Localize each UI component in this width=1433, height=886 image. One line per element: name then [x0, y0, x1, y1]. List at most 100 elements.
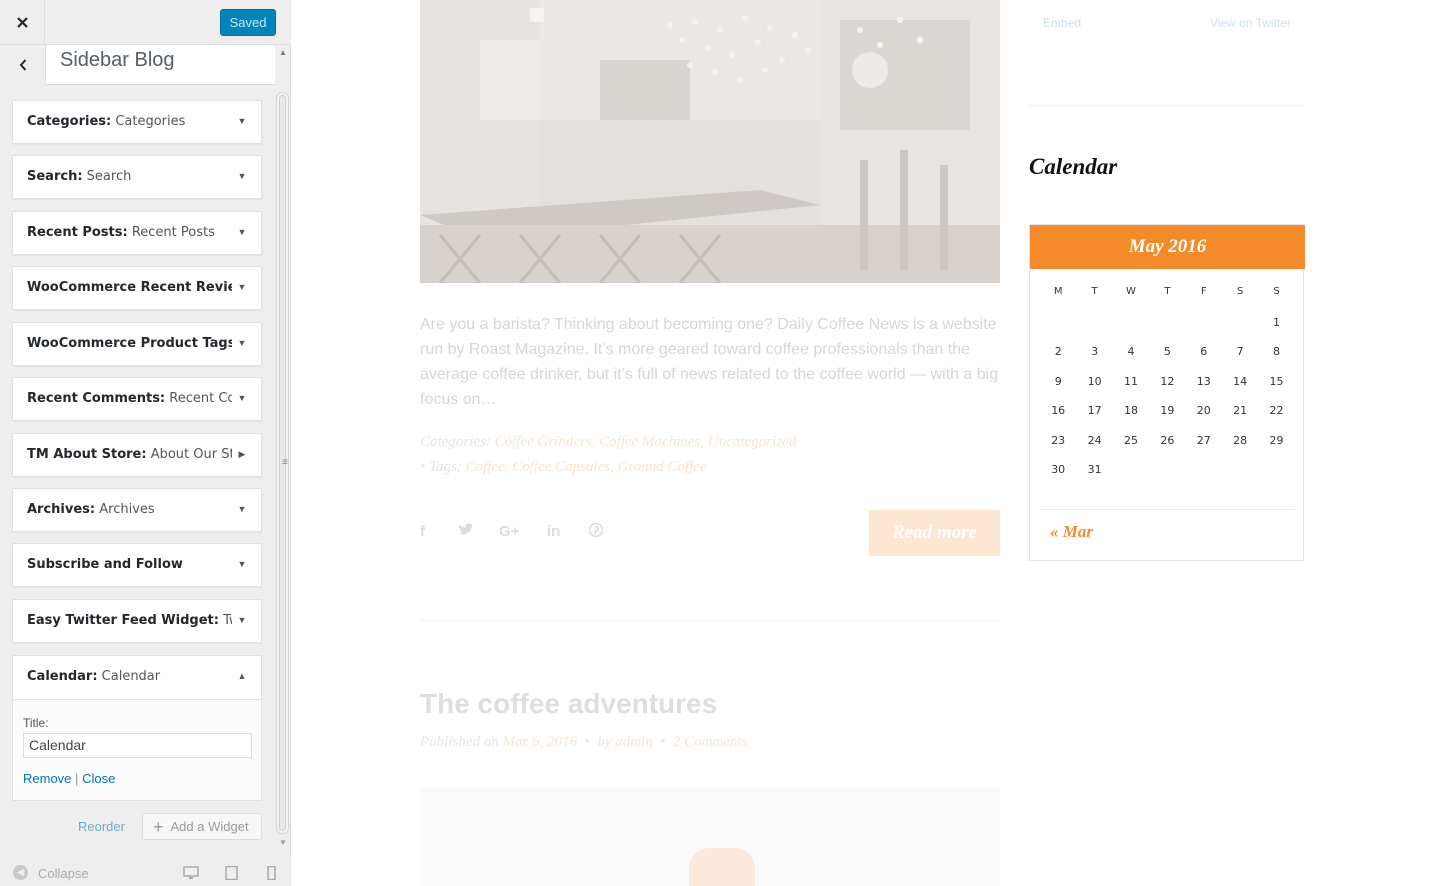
widget-archives[interactable]: Archives: Archives ▼ [12, 488, 262, 532]
expand-arrow-icon[interactable]: ▼ [237, 338, 247, 348]
title-field-label: Title: [23, 716, 49, 730]
calendar-day [1186, 463, 1222, 493]
post-tags: • Tags: Coffee, Coffee Capsules, Ground … [420, 459, 707, 475]
tags-links[interactable]: Coffee, Coffee Capsules, Ground Coffee [466, 459, 707, 475]
calendar-separator [1040, 509, 1295, 510]
scroll-down-arrow-icon[interactable]: ▼ [278, 838, 288, 848]
calendar-day: 24 [1087, 433, 1102, 447]
categories-links[interactable]: Coffee Grinders, Coffee Machines, Uncate… [495, 434, 797, 450]
linkedin-icon[interactable]: in [547, 523, 560, 540]
mobile-preview-icon[interactable] [264, 866, 280, 880]
post-date-link[interactable]: Mar 6, 2016 [503, 734, 578, 750]
scroll-up-arrow-icon[interactable]: ▲ [278, 48, 288, 58]
widget-title: Archives: Archives [27, 502, 155, 517]
tablet-preview-icon[interactable] [224, 866, 240, 880]
expand-arrow-icon[interactable]: ▼ [237, 393, 247, 403]
reorder-link[interactable]: Reorder [78, 819, 125, 834]
close-widget-link[interactable]: Close [82, 771, 115, 786]
back-button[interactable] [0, 45, 46, 85]
widget-woocommerce-product-tags[interactable]: WooCommerce Product Tags:... ▼ [12, 322, 262, 366]
calendar-day: 29 [1269, 433, 1284, 447]
plus-icon: + [153, 816, 164, 837]
weekday: W [1126, 286, 1136, 297]
calendar-grid: M T W T F S S 1 2 3 4 5 6 7 8 9 10 11 12… [1040, 286, 1295, 493]
calendar-weekdays: M T W T F S S [1040, 286, 1295, 316]
calendar-day: 10 [1087, 374, 1102, 388]
collapse-button[interactable]: Collapse [38, 866, 89, 881]
view-on-twitter-link[interactable]: View on Twitter [1210, 16, 1291, 30]
actions-separator: | [75, 771, 79, 786]
pinterest-icon[interactable] [588, 522, 604, 541]
expand-arrow-icon[interactable]: ▼ [237, 559, 247, 569]
post-comments-link[interactable]: 2 Comments [673, 734, 748, 750]
expand-arrow-right-icon[interactable]: ▶ [237, 449, 247, 459]
scrollbar[interactable]: ≡ [276, 92, 289, 834]
post-title[interactable]: The coffee adventures [420, 688, 717, 720]
expand-arrow-icon[interactable]: ▼ [237, 615, 247, 625]
widget-recent-comments[interactable]: Recent Comments: Recent Co... ▼ [12, 377, 262, 421]
expand-arrow-icon[interactable]: ▼ [237, 282, 247, 292]
bullet-icon: • [660, 734, 666, 750]
calendar-day: 13 [1196, 374, 1211, 388]
calendar-day: 17 [1087, 404, 1102, 417]
calendar-day: 3 [1091, 345, 1099, 358]
expand-arrow-icon[interactable]: ▼ [237, 171, 247, 181]
expand-arrow-icon[interactable]: ▼ [237, 504, 247, 514]
post-featured-image-2 [420, 788, 1000, 886]
widget-calendar-header[interactable]: Calendar: Calendar ▲ [13, 656, 261, 700]
post-categories: Categories: Coffee Grinders, Coffee Mach… [420, 434, 797, 450]
facebook-icon[interactable]: f [420, 523, 425, 540]
read-more-button[interactable]: Read more [869, 510, 1000, 556]
calendar-day: 26 [1160, 433, 1175, 447]
calendar-week: 9 10 11 12 13 14 15 [1040, 375, 1295, 405]
calendar-day: 12 [1160, 374, 1175, 388]
post-divider [420, 620, 1000, 621]
bullet-icon: • [420, 459, 426, 475]
saved-button[interactable]: Saved [220, 9, 276, 36]
expand-arrow-icon[interactable]: ▼ [237, 227, 247, 237]
close-customizer-button[interactable] [0, 0, 45, 45]
weekday: M [1053, 286, 1063, 297]
post-featured-image [420, 0, 1000, 283]
remove-widget-link[interactable]: Remove [23, 771, 71, 786]
calendar-day: 20 [1196, 404, 1211, 417]
customizer-screen: { "customizer": { "close_icon": "close-i… [0, 0, 1433, 886]
widget-recent-posts[interactable]: Recent Posts: Recent Posts ▼ [12, 211, 262, 255]
cafe-interior-image [420, 0, 1000, 283]
collapse-icon[interactable]: ◀ [13, 865, 28, 880]
weekday: T [1091, 286, 1098, 297]
calendar-day: 16 [1051, 404, 1066, 417]
google-plus-icon[interactable]: G+ [499, 523, 519, 540]
scrollbar-thumb[interactable]: ≡ [279, 95, 288, 831]
section-title-bar: Sidebar Blog [0, 45, 275, 85]
widget-title: Subscribe and Follow [27, 557, 183, 572]
calendar-day: 8 [1273, 345, 1281, 358]
chevron-left-icon [19, 59, 26, 71]
close-icon [16, 17, 28, 28]
title-field[interactable]: Calendar [23, 733, 252, 758]
twitter-embed-link[interactable]: Embed [1043, 16, 1081, 30]
twitter-icon[interactable] [458, 523, 473, 540]
calendar-prev-month-link[interactable]: « Mar [1050, 522, 1093, 542]
widget-woocommerce-recent-reviews[interactable]: WooCommerce Recent Revie... ▼ [12, 266, 262, 310]
calendar-day: 6 [1200, 345, 1208, 358]
post-author-link[interactable]: admin [615, 734, 653, 750]
widget-tm-about-store[interactable]: TM About Store: About Our St... ▶ [12, 433, 262, 477]
weekday: T [1164, 286, 1171, 297]
widget-actions: Remove | Close [23, 771, 115, 786]
expand-arrow-icon[interactable]: ▼ [237, 116, 247, 126]
add-widget-button[interactable]: + Add a Widget [142, 813, 262, 840]
calendar-day [1222, 463, 1258, 493]
widget-easy-twitter-feed[interactable]: Easy Twitter Feed Widget: Twi... ▼ [12, 599, 262, 643]
calendar-day: 27 [1196, 433, 1211, 447]
calendar-day [1076, 316, 1112, 346]
desktop-preview-icon[interactable] [183, 866, 199, 880]
calendar-day: 28 [1233, 433, 1248, 447]
collapse-arrow-icon[interactable]: ▲ [237, 671, 247, 681]
post-taxonomy: Categories: Coffee Grinders, Coffee Mach… [420, 430, 1020, 480]
widget-subscribe-and-follow[interactable]: Subscribe and Follow ▼ [12, 543, 262, 587]
widget-categories[interactable]: Categories: Categories ▼ [12, 100, 262, 144]
widget-search[interactable]: Search: Search ▼ [12, 155, 262, 199]
widget-title: Easy Twitter Feed Widget: Twi... [27, 613, 232, 628]
widget-divider [1029, 105, 1304, 106]
